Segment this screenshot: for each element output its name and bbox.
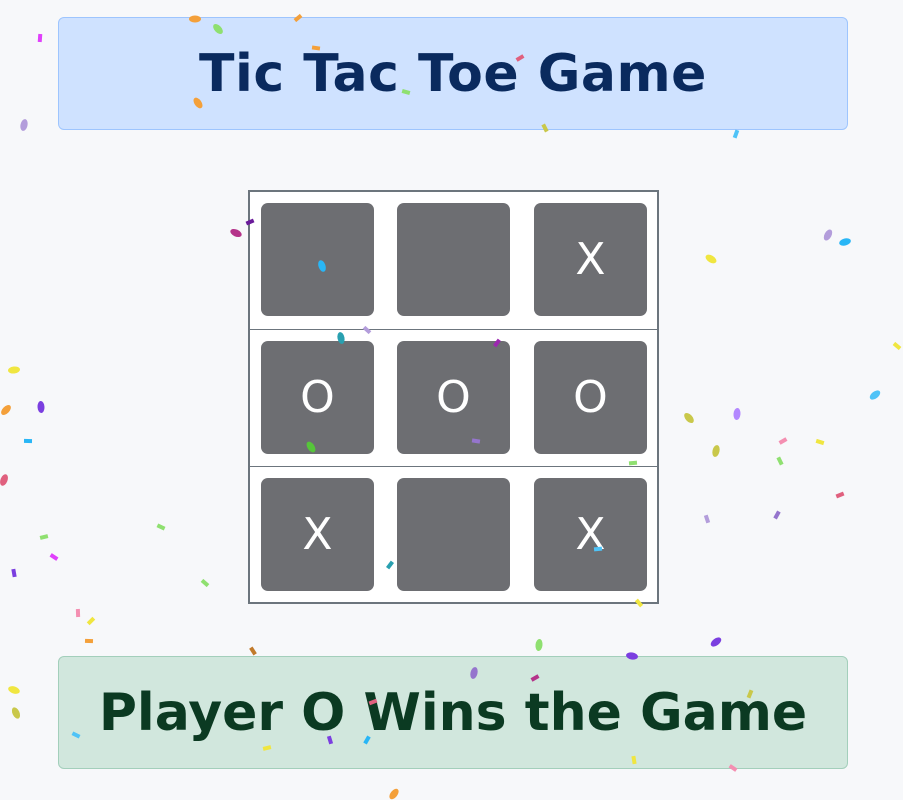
game-title: Tic Tac Toe Game	[199, 43, 707, 104]
confetti-piece	[11, 568, 17, 578]
board-row-2: O O O	[250, 329, 657, 467]
confetti-piece	[200, 578, 210, 588]
confetti-piece	[20, 119, 28, 131]
confetti-piece	[84, 638, 94, 644]
confetti-piece	[249, 646, 257, 656]
confetti-piece	[835, 491, 845, 499]
confetti-piece	[710, 637, 722, 647]
cell-3-1[interactable]: X	[261, 478, 374, 591]
confetti-piece	[86, 616, 96, 626]
title-banner: Tic Tac Toe Game	[58, 17, 848, 130]
cell-2-3[interactable]: O	[534, 341, 647, 454]
cell-3-3[interactable]: X	[534, 478, 647, 591]
cell-3-2[interactable]	[397, 478, 510, 591]
confetti-piece	[8, 686, 20, 694]
game-status: Player O Wins the Game	[98, 682, 808, 743]
confetti-piece	[389, 788, 399, 800]
status-banner: Player O Wins the Game	[58, 656, 848, 769]
confetti-piece	[778, 437, 788, 445]
board-row-1: X	[250, 192, 657, 329]
confetti-piece	[39, 534, 49, 540]
confetti-piece	[23, 438, 33, 444]
game-board: X O O O X X	[248, 190, 659, 604]
confetti-piece	[732, 129, 740, 139]
confetti-piece	[733, 408, 741, 420]
confetti-piece	[156, 523, 166, 531]
cell-1-2[interactable]	[397, 203, 510, 316]
confetti-piece	[839, 238, 851, 246]
confetti-piece	[705, 254, 717, 264]
confetti-piece	[703, 514, 711, 524]
confetti-piece	[0, 474, 8, 486]
confetti-piece	[815, 438, 825, 446]
confetti-piece	[776, 456, 784, 466]
confetti-piece	[684, 412, 694, 424]
confetti-piece	[8, 366, 20, 374]
cell-2-1[interactable]: O	[261, 341, 374, 454]
cell-2-2[interactable]: O	[397, 341, 510, 454]
confetti-piece	[773, 510, 781, 520]
confetti-piece	[892, 341, 902, 351]
confetti-piece	[37, 33, 43, 43]
confetti-piece	[230, 228, 242, 238]
confetti-piece	[49, 553, 59, 561]
confetti-piece	[37, 401, 45, 413]
cell-1-3[interactable]: X	[534, 203, 647, 316]
confetti-piece	[535, 639, 543, 651]
cell-1-1[interactable]	[261, 203, 374, 316]
confetti-piece	[11, 707, 21, 719]
confetti-piece	[75, 608, 81, 618]
confetti-piece	[823, 229, 833, 241]
board-row-3: X X	[250, 466, 657, 604]
confetti-piece	[869, 390, 881, 400]
confetti-piece	[1, 405, 11, 415]
confetti-piece	[712, 445, 720, 457]
